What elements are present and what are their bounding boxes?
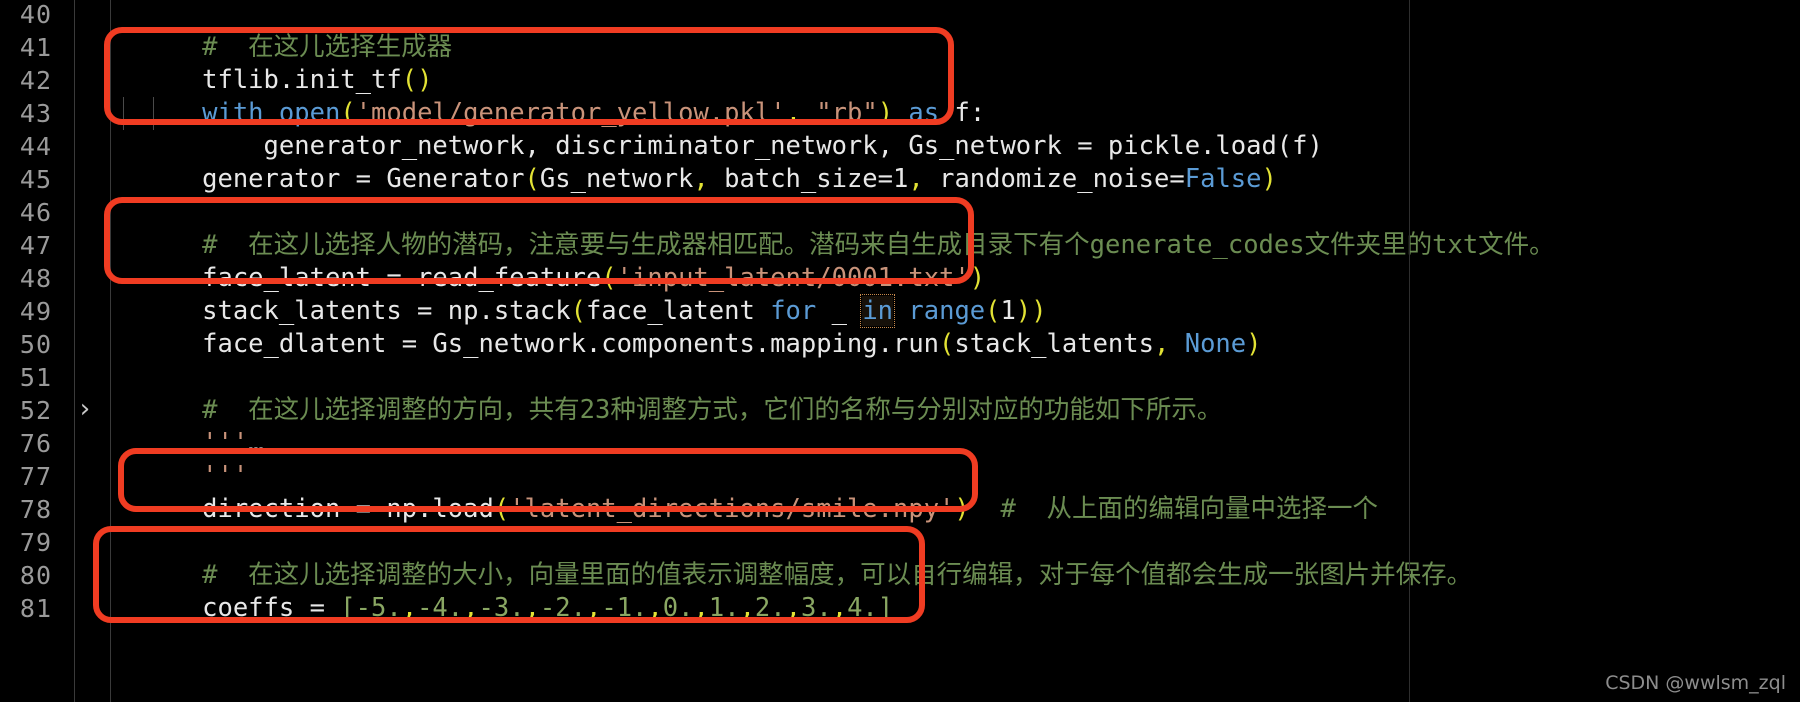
indent-guide [153, 97, 154, 130]
comma: , [908, 164, 924, 194]
comma: , [401, 593, 418, 623]
code-line-41[interactable]: tflib.init_tf() [110, 31, 432, 95]
indent-guide [123, 97, 124, 130]
face-dlatent-assign: face_dlatent = Gs_network.components.map… [202, 329, 940, 359]
comma: , [647, 593, 663, 623]
keyword-none: None [1169, 329, 1247, 359]
paren-close: ) [1261, 164, 1277, 194]
coeff-value: 4. [847, 593, 878, 623]
code-line-48[interactable]: stack_latents = np.stack(face_latent for… [110, 262, 1047, 328]
comma: , [463, 593, 479, 623]
code-line-50[interactable] [110, 328, 202, 361]
comma: , [831, 593, 848, 623]
code-line-77[interactable]: direction = np.load('latent_directions/s… [110, 460, 1378, 524]
code-line-43[interactable]: generator_network, discriminator_network… [110, 97, 1323, 161]
comment-text: # 在这儿选择调整的方向，共有23种调整方式，它们的名称与分别对应的功能如下所示… [202, 395, 1223, 425]
folded-region-ellipsis[interactable]: … [248, 428, 263, 458]
coeffs-assign: coeffs = [202, 593, 341, 623]
gutter-divider-1 [74, 0, 75, 702]
code-line-76[interactable]: ''' [110, 427, 248, 491]
code-folding-gutter: › [36, 0, 90, 702]
code-line-80[interactable]: coeffs = [-5.,-4.,-3.,-2.,-1.,0.,1.,2.,3… [110, 559, 893, 623]
string-direction-path: 'latent_directions/smile.npy' [509, 494, 955, 524]
arg-gs-network: Gs_network [539, 164, 694, 194]
comma: , [739, 593, 755, 623]
code-line-79[interactable]: # 在这儿选择调整的大小，向量里面的值表示调整幅度，可以自行编辑，对于每个值都会… [110, 526, 1472, 590]
arg-stack-latents: stack_latents [954, 329, 1154, 359]
comma: , [693, 164, 709, 194]
comma: , [585, 593, 602, 623]
coeff-value: -1. [601, 593, 648, 623]
coeff-value: -2. [539, 593, 586, 623]
code-line-49[interactable]: face_dlatent = Gs_network.components.map… [110, 295, 1261, 359]
inline-comment: # 从上面的编辑向量中选择一个 [1000, 494, 1379, 524]
direction-assign: direction = np.load [202, 494, 494, 524]
coeff-value: -4. [417, 593, 464, 623]
comma: , [524, 593, 540, 623]
generator-assign: generator = Generator [202, 164, 525, 194]
paren-open: ( [493, 494, 510, 524]
code-editor-screenshot: 40 41 42 43 44 45 46 47 48 49 50 51 52 7… [0, 0, 1800, 702]
code-line-47[interactable]: face_latent = read_feature('input_latent… [110, 229, 985, 293]
arg-batch-size: batch_size=1 [708, 164, 909, 194]
paren-open: ( [939, 329, 955, 359]
code-content-area[interactable]: # 在这儿选择生成器 tflib.init_tf() with open('mo… [110, 0, 1800, 702]
arg-randomize-noise: randomize_noise= [923, 164, 1185, 194]
coeff-value: 0. [662, 593, 694, 623]
keyword-false: False [1184, 164, 1262, 194]
code-line-40[interactable]: # 在这儿选择生成器 [110, 0, 452, 62]
code-line-81[interactable] [110, 592, 202, 625]
code-line-42[interactable]: with open('model/generator_yellow.pkl', … [110, 64, 985, 128]
code-line-46[interactable]: # 在这儿选择人物的潜码，注意要与生成器相匹配。潜码来自生成目录下有个gener… [110, 196, 1555, 260]
code-line-51[interactable]: # 在这儿选择调整的方向，共有23种调整方式，它们的名称与分别对应的功能如下所示… [110, 361, 1222, 425]
comma: , [785, 593, 801, 623]
code-line-44[interactable]: generator = Generator(Gs_network, batch_… [110, 130, 1277, 194]
paren-close: ) [954, 494, 970, 524]
code-line-52[interactable]: '''… [110, 394, 263, 458]
bracket-open: [ [340, 593, 356, 623]
coeff-value: 2. [754, 593, 786, 623]
comma: , [693, 593, 709, 623]
editor-right-edge-divider [1409, 0, 1410, 702]
csdn-watermark: CSDN @wwlsm_zql [1605, 672, 1786, 694]
comma: , [1154, 329, 1170, 359]
code-line-45[interactable] [110, 163, 202, 196]
coeff-value: -3. [478, 593, 525, 623]
fold-chevron-icon[interactable]: › [74, 394, 96, 427]
coeff-value: -5. [355, 593, 402, 623]
gutter-divider-2 [110, 0, 111, 702]
bracket-close: ] [877, 593, 894, 623]
code-line-78[interactable] [110, 493, 202, 526]
paren-open: ( [524, 164, 540, 194]
paren-close: ) [1246, 329, 1262, 359]
coeff-value: 3. [801, 593, 832, 623]
coeff-value: 1. [708, 593, 740, 623]
